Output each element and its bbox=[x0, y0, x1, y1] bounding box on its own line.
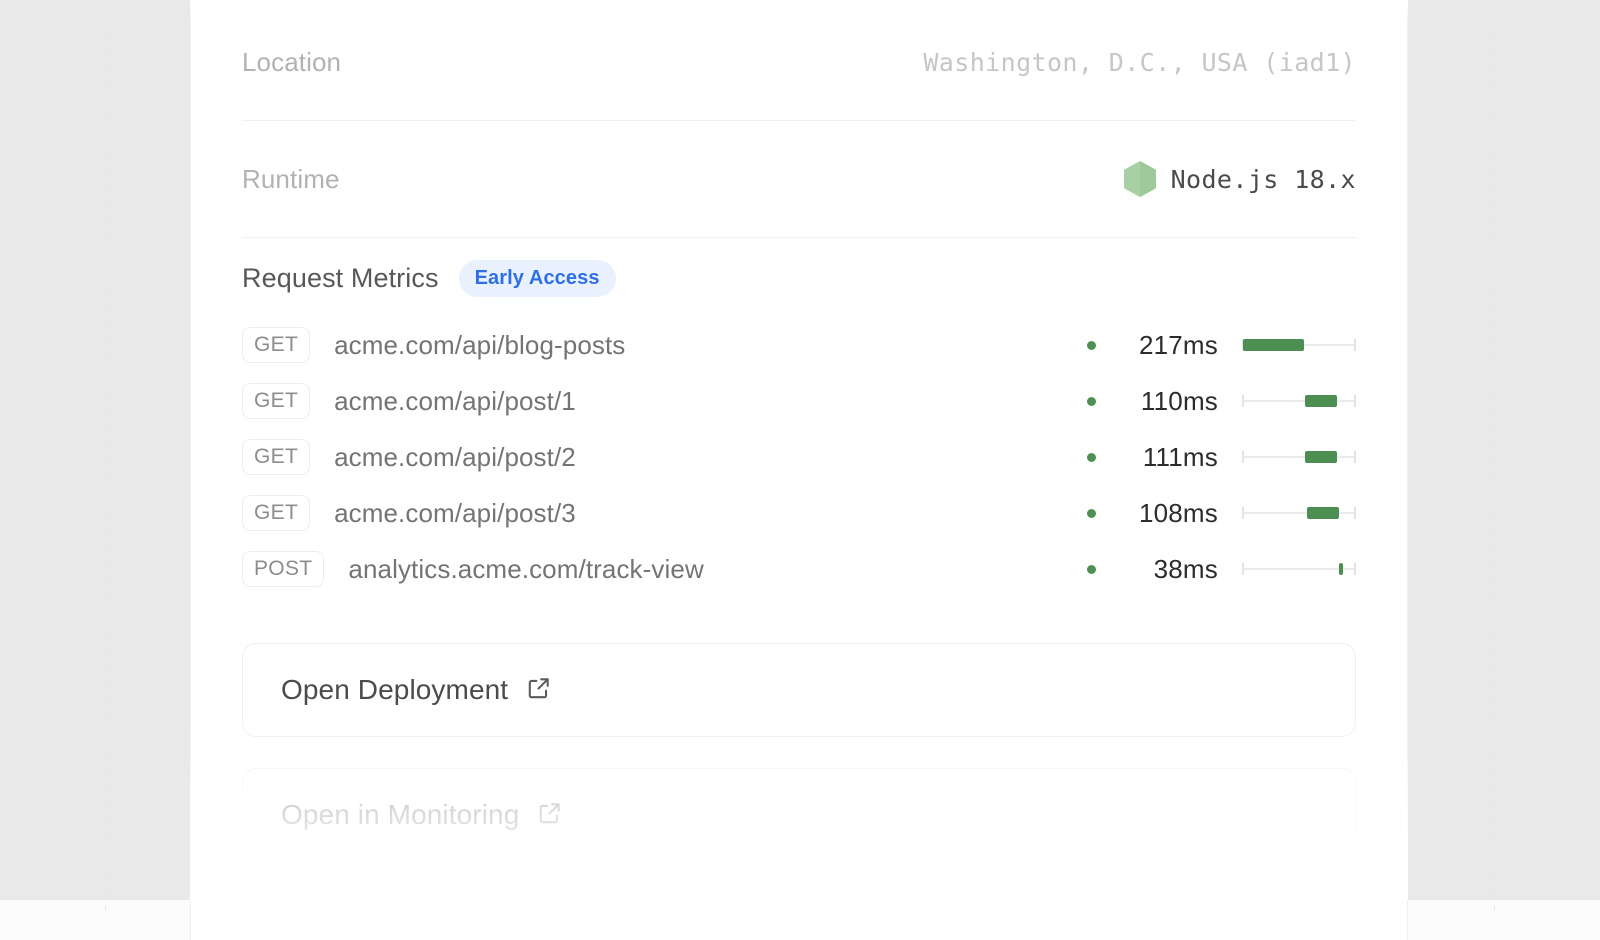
open-in-monitoring-button[interactable]: Open in Monitoring bbox=[242, 768, 1356, 862]
track-cap-left bbox=[1242, 507, 1244, 519]
request-timing-group: 108ms bbox=[1087, 498, 1356, 529]
request-metrics-title: Request Metrics bbox=[242, 263, 439, 294]
track-cap-right bbox=[1354, 563, 1356, 575]
open-in-monitoring-label: Open in Monitoring bbox=[281, 799, 519, 831]
nodejs-hexagon-icon bbox=[1123, 160, 1157, 198]
request-waterfall-track bbox=[1242, 561, 1356, 577]
request-method-badge: GET bbox=[242, 495, 310, 531]
track-cap-right bbox=[1354, 395, 1356, 407]
track-cap-right bbox=[1354, 507, 1356, 519]
track-cap-left bbox=[1242, 563, 1244, 575]
request-status-dot bbox=[1087, 453, 1096, 462]
request-url: acme.com/api/post/2 bbox=[334, 442, 576, 473]
external-link-icon bbox=[537, 800, 563, 831]
request-duration: 108ms bbox=[1106, 498, 1218, 529]
request-waterfall-track bbox=[1242, 505, 1356, 521]
request-row[interactable]: GET acme.com/api/post/2 111ms bbox=[242, 429, 1356, 485]
track-cap-left bbox=[1242, 395, 1244, 407]
request-metrics-section: Request Metrics Early Access GET acme.co… bbox=[242, 260, 1356, 597]
request-duration: 217ms bbox=[1106, 330, 1218, 361]
request-timing-group: 217ms bbox=[1087, 330, 1356, 361]
deployment-detail-card: Location Washington, D.C., USA (iad1) Ru… bbox=[190, 0, 1408, 940]
request-url: acme.com/api/post/3 bbox=[334, 498, 576, 529]
request-timing-group: 111ms bbox=[1087, 442, 1356, 473]
request-status-dot bbox=[1087, 509, 1096, 518]
request-row[interactable]: GET acme.com/api/post/3 108ms bbox=[242, 485, 1356, 541]
request-status-dot bbox=[1087, 397, 1096, 406]
request-metrics-header: Request Metrics Early Access bbox=[242, 260, 1356, 297]
request-waterfall-bar bbox=[1305, 395, 1337, 407]
open-deployment-button[interactable]: Open Deployment bbox=[242, 643, 1356, 737]
detail-value-runtime: Node.js 18.x bbox=[1171, 165, 1356, 194]
request-row[interactable]: POST analytics.acme.com/track-view 38ms bbox=[242, 541, 1356, 597]
request-row[interactable]: GET acme.com/api/blog-posts 217ms bbox=[242, 317, 1356, 373]
request-waterfall-bar bbox=[1305, 451, 1337, 463]
request-row[interactable]: GET acme.com/api/post/1 110ms bbox=[242, 373, 1356, 429]
request-duration: 38ms bbox=[1106, 554, 1218, 585]
request-timing-group: 38ms bbox=[1087, 554, 1356, 585]
request-waterfall-bar bbox=[1243, 339, 1303, 351]
detail-label-runtime: Runtime bbox=[242, 164, 340, 195]
detail-row-location: Location Washington, D.C., USA (iad1) bbox=[242, 4, 1356, 121]
external-link-icon bbox=[526, 675, 552, 706]
track-cap-left bbox=[1242, 451, 1244, 463]
early-access-badge: Early Access bbox=[459, 260, 616, 297]
request-method-badge: GET bbox=[242, 327, 310, 363]
request-waterfall-track bbox=[1242, 393, 1356, 409]
request-url: acme.com/api/blog-posts bbox=[334, 330, 625, 361]
request-timing-group: 110ms bbox=[1087, 386, 1356, 417]
request-duration: 110ms bbox=[1106, 386, 1218, 417]
request-url: analytics.acme.com/track-view bbox=[348, 554, 703, 585]
request-method-badge: POST bbox=[242, 551, 324, 587]
request-waterfall-bar bbox=[1307, 507, 1339, 519]
request-waterfall-track bbox=[1242, 337, 1356, 353]
detail-value-runtime-wrap: Node.js 18.x bbox=[1123, 160, 1356, 198]
request-method-badge: GET bbox=[242, 383, 310, 419]
grid-line-vertical bbox=[105, 0, 106, 910]
detail-row-runtime: Runtime Node.js 18.x bbox=[242, 121, 1356, 238]
request-status-dot bbox=[1087, 341, 1096, 350]
request-duration: 111ms bbox=[1106, 442, 1218, 473]
track-cap-right bbox=[1354, 451, 1356, 463]
request-status-dot bbox=[1087, 565, 1096, 574]
track-cap-right bbox=[1354, 339, 1356, 351]
request-waterfall-bar bbox=[1339, 563, 1344, 575]
request-method-badge: GET bbox=[242, 439, 310, 475]
grid-line-vertical bbox=[1494, 0, 1495, 910]
request-waterfall-track bbox=[1242, 449, 1356, 465]
detail-value-location: Washington, D.C., USA (iad1) bbox=[923, 48, 1356, 77]
detail-label-location: Location bbox=[242, 47, 341, 78]
request-url: acme.com/api/post/1 bbox=[334, 386, 576, 417]
open-deployment-label: Open Deployment bbox=[281, 674, 508, 706]
